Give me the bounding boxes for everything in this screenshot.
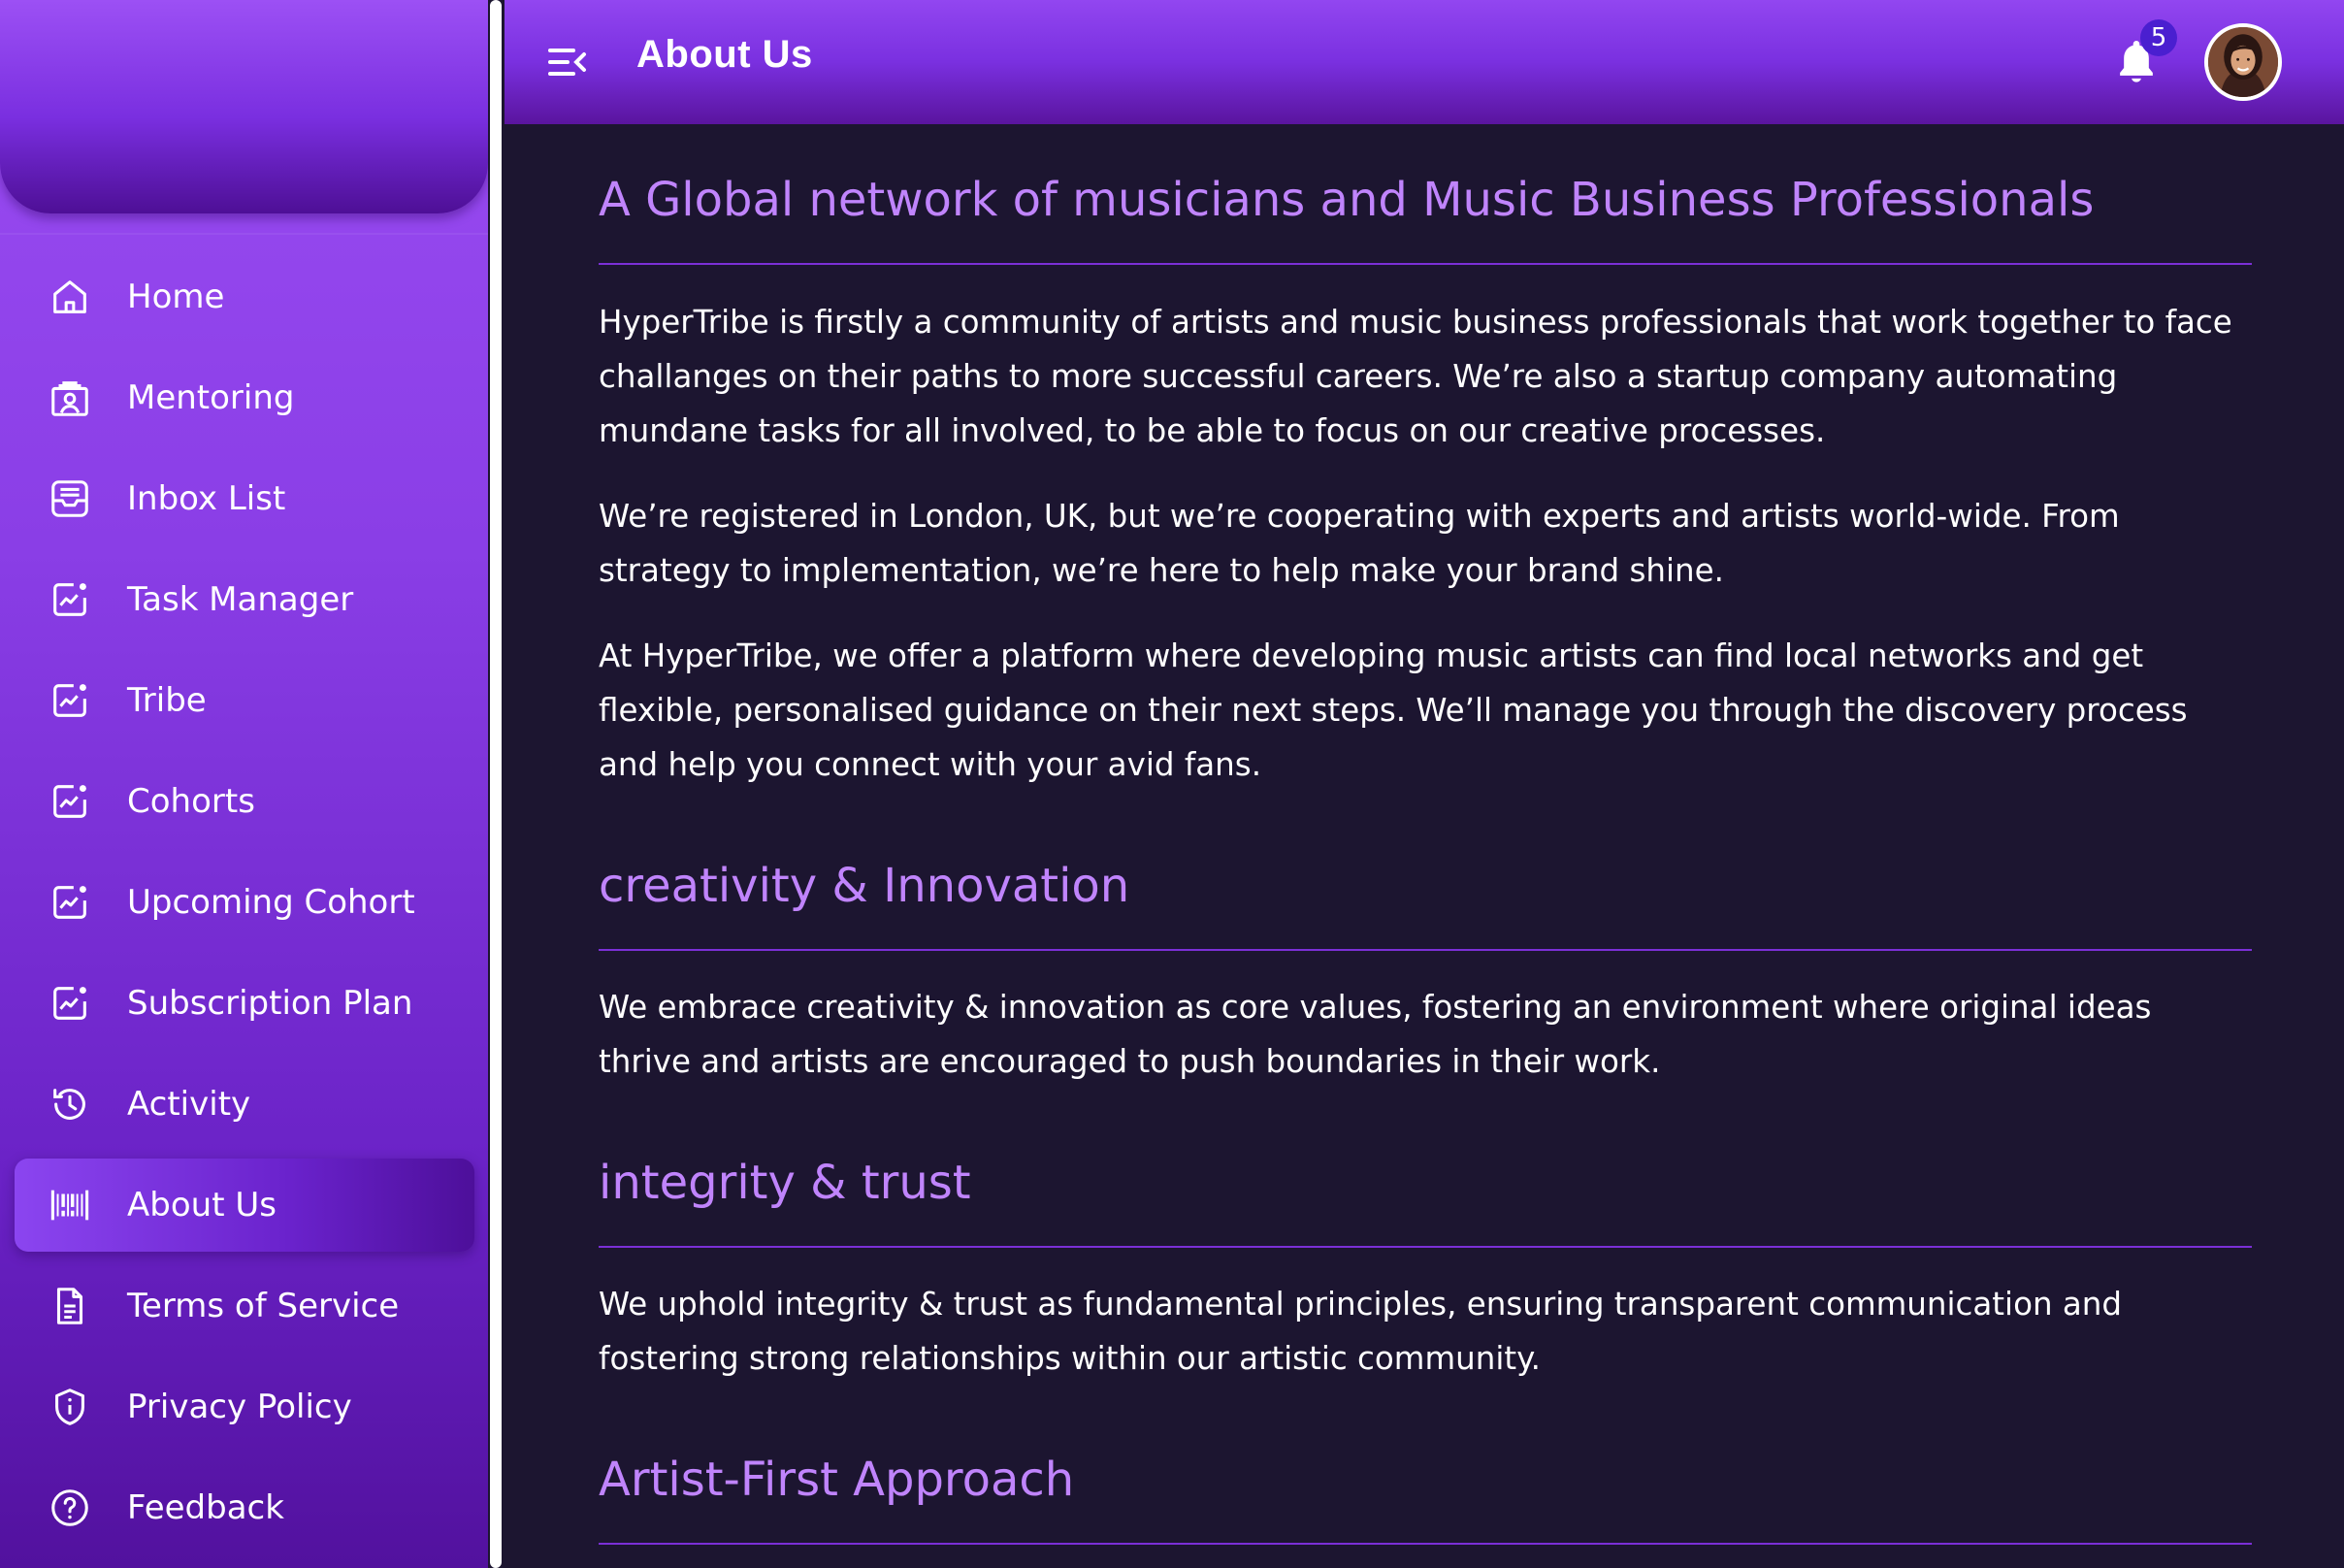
section-paragraph: We uphold integrity & trust as fundament… [599, 1286, 2123, 1377]
chart-icon [48, 577, 92, 622]
section-divider [599, 1543, 2252, 1545]
sidebar-item-mentoring[interactable]: Mentoring [15, 351, 474, 444]
sidebar-item-label: Subscription Plan [127, 984, 413, 1023]
section-paragraph: We’re registered in London, UK, but we’r… [599, 498, 2120, 589]
section-title: creativity & Innovation [599, 859, 1130, 913]
avatar[interactable] [2204, 23, 2282, 101]
sidebar-item-activity[interactable]: Activity [15, 1058, 474, 1151]
sidebar-divider [0, 233, 488, 235]
sidebar-item-privacy-policy[interactable]: Privacy Policy [15, 1360, 474, 1454]
shield-icon [48, 1385, 92, 1429]
sidebar-scrollbar[interactable] [490, 0, 502, 1568]
section-divider [599, 1246, 2252, 1248]
sidebar-item-label: Tribe [127, 681, 207, 720]
section-title: A Global network of musicians and Music … [599, 173, 2095, 227]
notification-badge: 5 [2140, 19, 2177, 56]
section-divider [599, 263, 2252, 265]
sidebar-item-inbox-list[interactable]: Inbox List [15, 452, 474, 545]
sidebar-item-label: Terms of Service [127, 1287, 400, 1325]
sidebar-item-label: Home [127, 278, 225, 316]
chart-icon [48, 678, 92, 723]
sidebar-item-label: Feedback [127, 1488, 284, 1527]
sidebar-item-subscription-plan[interactable]: Subscription Plan [15, 957, 474, 1050]
sidebar-item-about-us[interactable]: About Us [15, 1159, 474, 1252]
sidebar-logo-area [0, 0, 488, 213]
sidebar-item-label: Inbox List [127, 479, 286, 518]
sidebar-item-home[interactable]: Home [15, 250, 474, 343]
sidebar-item-terms-of-service[interactable]: Terms of Service [15, 1259, 474, 1353]
section-title: integrity & trust [599, 1156, 971, 1210]
sidebar-item-label: Mentoring [127, 378, 295, 417]
sidebar-item-cohorts[interactable]: Cohorts [15, 755, 474, 848]
barcode-icon [48, 1183, 92, 1227]
user-avatar-icon [2208, 27, 2278, 97]
sidebar-item-label: Cohorts [127, 782, 255, 821]
sidebar: Home Mentoring Inbox List Task Manager T… [0, 0, 488, 1568]
chart-icon [48, 779, 92, 824]
sidebar-item-label: Upcoming Cohort [127, 883, 415, 922]
sidebar-item-label: About Us [127, 1186, 277, 1225]
sidebar-item-label: Privacy Policy [127, 1388, 352, 1426]
sidebar-item-task-manager[interactable]: Task Manager [15, 553, 474, 646]
sidebar-item-label: Task Manager [127, 580, 354, 619]
mentoring-icon [48, 376, 92, 420]
page-title: About Us [636, 33, 813, 76]
top-header: About Us 5 [505, 0, 2344, 124]
menu-collapse-icon[interactable] [547, 43, 588, 82]
sidebar-item-feedback[interactable]: Feedback [15, 1461, 474, 1554]
chart-icon [48, 880, 92, 925]
chart-icon [48, 981, 92, 1026]
history-icon [48, 1082, 92, 1127]
home-icon [48, 275, 92, 319]
section-paragraph: HyperTribe is firstly a community of art… [599, 304, 2232, 449]
section-paragraph: At HyperTribe, we offer a platform where… [599, 637, 2188, 783]
section-paragraph: We embrace creativity & innovation as co… [599, 989, 2152, 1080]
sidebar-item-tribe[interactable]: Tribe [15, 654, 474, 747]
sidebar-item-label: Activity [127, 1085, 251, 1124]
section-title: Artist-First Approach [599, 1453, 1075, 1507]
inbox-icon [48, 476, 92, 521]
about-content: A Global network of musicians and Music … [599, 124, 2252, 1568]
document-icon [48, 1284, 92, 1328]
section-divider [599, 949, 2252, 951]
sidebar-item-upcoming-cohort[interactable]: Upcoming Cohort [15, 856, 474, 949]
help-icon [48, 1486, 92, 1530]
